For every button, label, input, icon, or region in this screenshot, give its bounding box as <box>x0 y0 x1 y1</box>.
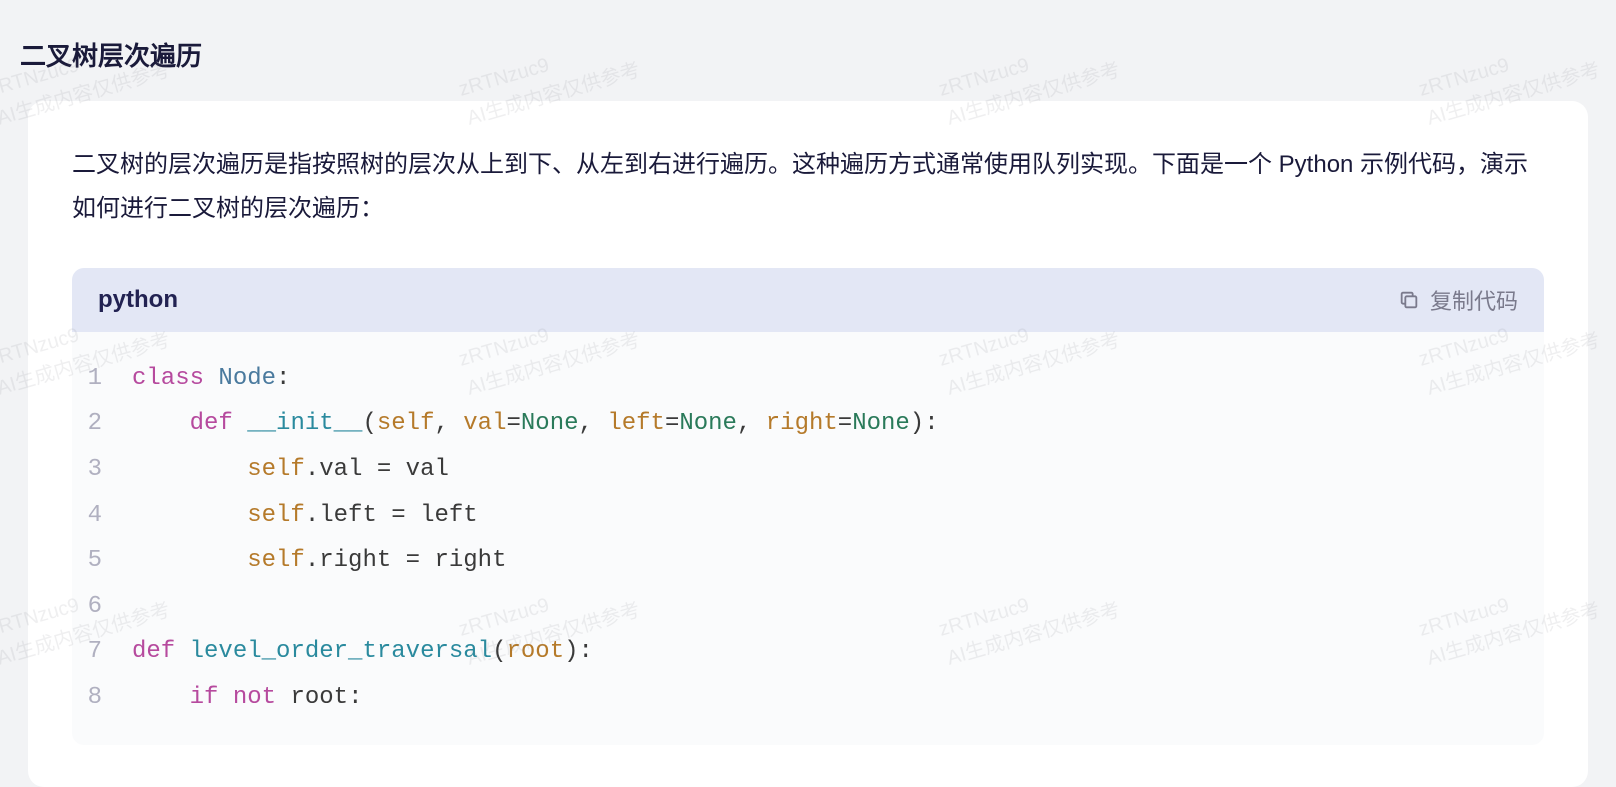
line-content: self.right = right <box>132 538 506 584</box>
line-content: if not root: <box>132 675 362 721</box>
line-number: 2 <box>72 401 132 447</box>
line-number: 8 <box>72 675 132 721</box>
intro-text: 二叉树的层次遍历是指按照树的层次从上到下、从左到右进行遍历。这种遍历方式通常使用… <box>72 143 1544 232</box>
line-number: 4 <box>72 493 132 539</box>
line-number: 7 <box>72 629 132 675</box>
line-content: def __init__(self, val=None, left=None, … <box>132 401 939 447</box>
code-line: 2 def __init__(self, val=None, left=None… <box>72 401 1544 447</box>
line-number: 1 <box>72 356 132 402</box>
line-content: def level_order_traversal(root): <box>132 629 593 675</box>
page-title: 二叉树层次遍历 <box>0 0 1616 101</box>
line-content: self.val = val <box>132 447 449 493</box>
line-number: 3 <box>72 447 132 493</box>
line-number: 5 <box>72 538 132 584</box>
copy-icon <box>1398 289 1420 311</box>
line-content: self.left = left <box>132 493 478 539</box>
code-line: 1class Node: <box>72 356 1544 402</box>
code-line: 4 self.left = left <box>72 493 1544 539</box>
code-line: 7def level_order_traversal(root): <box>72 629 1544 675</box>
copy-code-button[interactable]: 复制代码 <box>1398 284 1518 316</box>
content-card: 二叉树的层次遍历是指按照树的层次从上到下、从左到右进行遍历。这种遍历方式通常使用… <box>28 101 1588 787</box>
code-language-label: python <box>98 286 178 314</box>
line-content: class Node: <box>132 356 290 402</box>
code-line: 3 self.val = val <box>72 447 1544 493</box>
line-number: 6 <box>72 584 132 630</box>
code-body: 1class Node:2 def __init__(self, val=Non… <box>72 332 1544 745</box>
code-block: python 复制代码 1class Node:2 def __init__(s… <box>72 268 1544 745</box>
code-line: 6 <box>72 584 1544 630</box>
code-header: python 复制代码 <box>72 268 1544 332</box>
copy-code-label: 复制代码 <box>1430 284 1518 316</box>
page-container: 二叉树层次遍历 二叉树的层次遍历是指按照树的层次从上到下、从左到右进行遍历。这种… <box>0 0 1616 787</box>
code-line: 5 self.right = right <box>72 538 1544 584</box>
code-line: 8 if not root: <box>72 675 1544 721</box>
